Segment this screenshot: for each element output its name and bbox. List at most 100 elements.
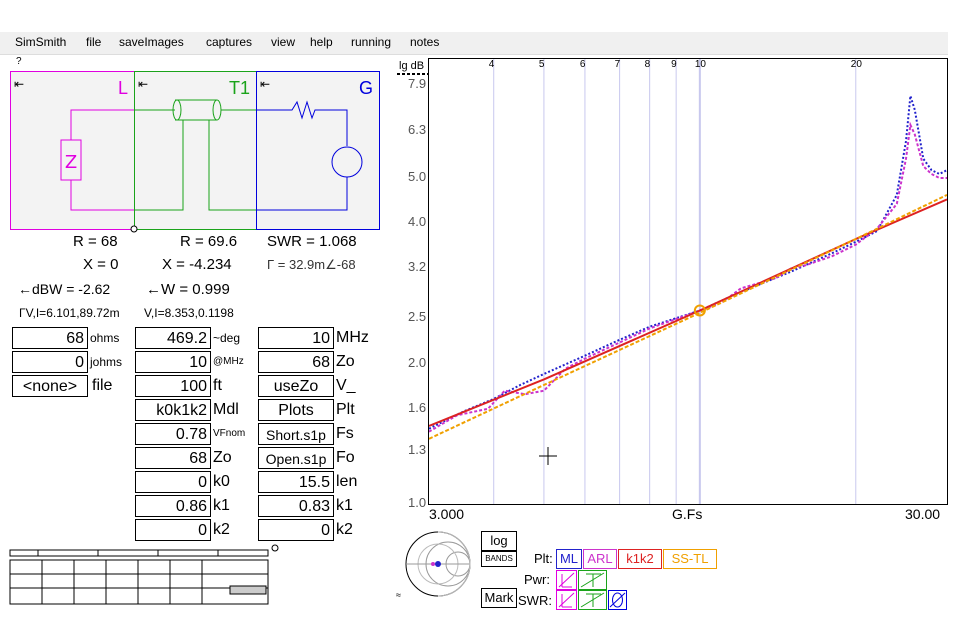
load-x-readout: X = 0: [83, 256, 119, 273]
t1-block[interactable]: ⇤ T1: [134, 71, 257, 230]
t1-zo-label: Zo: [213, 449, 232, 466]
plt-arl-button[interactable]: ARL: [583, 549, 617, 569]
pwr-label: Pwr:: [524, 572, 550, 587]
g-zo-label: Zo: [336, 353, 355, 370]
swr-readout: SWR = 1.068: [267, 233, 357, 250]
g-len-input[interactable]: 15.5: [258, 471, 334, 493]
g-plt-label: Plt: [336, 401, 355, 418]
g-len-label: len: [336, 473, 358, 490]
y-tick-6.3: 6.3: [408, 122, 427, 138]
series-ss-tl: [429, 193, 947, 440]
menu-running[interactable]: running: [351, 35, 391, 49]
x-axis-end-label: 30.00: [905, 506, 941, 522]
g-freq-unit: MHz: [336, 329, 369, 346]
g-fs-label: Fs: [336, 425, 354, 442]
t1-freq-unit: @MHz: [213, 356, 244, 367]
load-block[interactable]: ⇤ L Z: [10, 71, 135, 230]
generator-block[interactable]: ⇤ G: [256, 71, 380, 230]
t1-x-readout: X = -4.234: [162, 256, 232, 273]
menu-help[interactable]: help: [310, 35, 333, 49]
menu-notes[interactable]: notes: [410, 35, 439, 49]
t1-freq-input[interactable]: 10: [135, 351, 211, 373]
smith-small-icon: ≈: [396, 590, 401, 600]
t1-r-readout: R = 69.6: [180, 233, 238, 250]
t1-vf-input[interactable]: 0.78: [135, 423, 211, 445]
t1-model-input[interactable]: k0k1k2: [135, 399, 211, 421]
parts-palette-icon[interactable]: [8, 548, 270, 608]
load-r-readout: R = 68: [73, 233, 118, 250]
y-tick-4.0: 4.0: [408, 214, 427, 230]
load-r-input[interactable]: 68: [12, 327, 88, 349]
t1-k1-input[interactable]: 0.86: [135, 495, 211, 517]
t1-deg-unit: ~deg: [213, 331, 241, 345]
load-file-label: file: [92, 377, 113, 394]
g-k2-input[interactable]: 0: [258, 519, 334, 541]
g-k1-label: k1: [336, 497, 353, 514]
menu-view[interactable]: view: [271, 35, 295, 49]
t1-vi-readout: V,I=8.353,0.1198: [144, 306, 234, 320]
generator-source-icon: [257, 100, 363, 211]
menu-simsmith[interactable]: SimSmith: [15, 35, 66, 49]
svg-text:Z: Z: [65, 152, 77, 173]
dB-vs-frequency-chart[interactable]: [428, 58, 948, 505]
t1-k2-input[interactable]: 0: [135, 519, 211, 541]
load-file-button[interactable]: <none>: [12, 375, 88, 397]
t1-k1-label: k1: [213, 497, 230, 514]
plt-label: Plt:: [534, 551, 553, 566]
y-tick-3.2: 3.2: [408, 259, 427, 275]
top-tick-20: 20: [850, 59, 862, 70]
log-button[interactable]: log: [481, 531, 517, 551]
g-k1-input[interactable]: 0.83: [258, 495, 334, 517]
series-ml: [429, 95, 947, 430]
series-arl: [429, 121, 947, 433]
load-r-unit: ohms: [90, 331, 120, 345]
g-usezo-button[interactable]: useZo: [258, 375, 334, 397]
plt-sstl-button[interactable]: SS-TL: [663, 549, 717, 569]
mark-button[interactable]: Mark: [481, 588, 517, 608]
g-short-file-button[interactable]: Short.s1p: [258, 423, 334, 445]
pwr-toggle-icons[interactable]: [556, 570, 608, 590]
menu-saveimages[interactable]: saveImages: [119, 35, 184, 49]
load-x-input[interactable]: 0: [12, 351, 88, 373]
plt-k1k2-button[interactable]: k1k2: [618, 549, 662, 569]
load-impedance-icon: Z: [60, 109, 134, 211]
t1-k0-input[interactable]: 0: [135, 471, 211, 493]
t1-length-input[interactable]: 100: [135, 375, 211, 397]
gamma-readout: Γ = 32.9m∠-68: [267, 257, 356, 272]
g-v-label: V_: [336, 377, 356, 394]
g-fo-label: Fo: [336, 449, 355, 466]
g-freq-input[interactable]: 10: [258, 327, 334, 349]
x-axis-label: G.Fs: [672, 506, 703, 522]
smith-chart-thumbnail[interactable]: [404, 530, 472, 598]
t1-model-label: Mdl: [213, 401, 239, 418]
g-node-icon: [271, 544, 279, 552]
top-tick-9: 9: [671, 59, 677, 70]
plt-ml-button[interactable]: ML: [556, 549, 582, 569]
top-tick-7: 7: [614, 59, 621, 70]
g-zo-input[interactable]: 68: [258, 351, 334, 373]
menu-bar: SimSmith file saveImages captures view h…: [0, 32, 948, 55]
bands-button[interactable]: BANDS: [481, 551, 517, 567]
junction-node-icon: [130, 225, 138, 233]
g-plots-button[interactable]: Plots: [258, 399, 334, 421]
dbw-readout: ←dBW = -2.62: [18, 281, 111, 297]
top-tick-8: 8: [644, 59, 651, 70]
t1-zo-input[interactable]: 68: [135, 447, 211, 469]
t1-k0-label: k0: [213, 473, 230, 490]
t1-length-unit: ft: [213, 377, 222, 394]
menu-captures[interactable]: captures: [206, 35, 252, 49]
help-mark[interactable]: ?: [16, 56, 22, 67]
g-open-file-button[interactable]: Open.s1p: [258, 447, 334, 469]
t1-deg-input[interactable]: 469.2: [135, 327, 211, 349]
transmission-line-icon: [135, 99, 256, 211]
top-tick-5: 5: [538, 59, 545, 70]
top-tick-10: 10: [694, 59, 706, 70]
y-tick-5.0: 5.0: [408, 169, 427, 185]
menu-file[interactable]: file: [86, 35, 101, 49]
swr-toggle-icons[interactable]: [556, 590, 628, 610]
load-x-unit: johms: [90, 355, 123, 369]
top-tick-6: 6: [579, 59, 586, 70]
load-vi-readout: ΓV,I=6.101,89.72m: [19, 306, 120, 320]
top-tick-4: 4: [488, 59, 495, 70]
g-k2-label: k2: [336, 521, 353, 538]
